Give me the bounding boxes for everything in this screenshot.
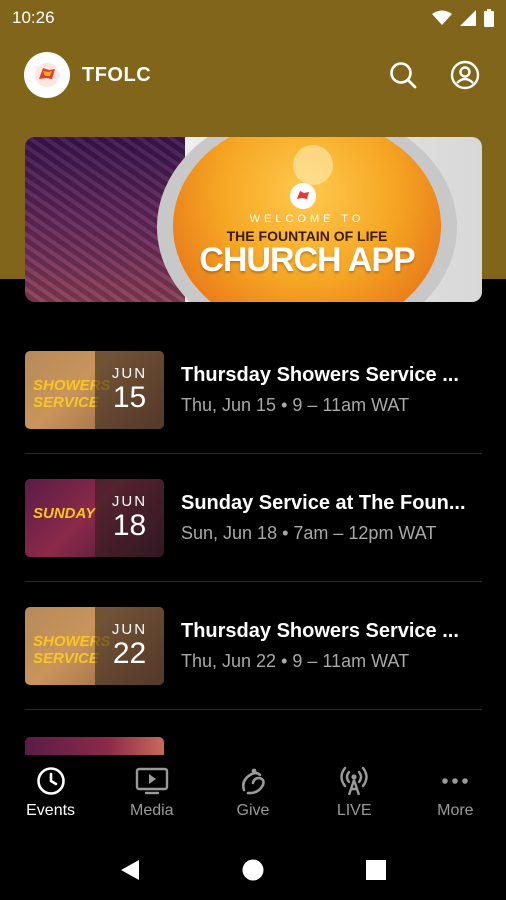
system-navigation-bar <box>0 840 506 900</box>
status-bar: 10:26 <box>0 0 506 36</box>
event-row[interactable]: SUNDAY JUN 18 Sunday Service at The Foun… <box>25 454 482 582</box>
broadcast-icon <box>340 766 368 796</box>
bottom-navigation: Events Media Give LIVE More <box>0 755 506 831</box>
flag-logo-icon <box>35 63 59 87</box>
event-thumbnail: SHOWERS SERVICE JUN 22 <box>25 606 164 685</box>
event-list: SHOWERS SERVICE JUN 15 Thursday Showers … <box>25 326 482 710</box>
nav-label: Give <box>236 802 270 819</box>
battery-icon <box>484 9 494 27</box>
event-day: 15 <box>112 381 147 414</box>
banner-welcome-text: WELCOME TO <box>249 213 365 225</box>
clock-icon <box>36 767 65 795</box>
nav-tab-live[interactable]: LIVE <box>309 766 399 820</box>
thumbnail-date: JUN 15 <box>95 350 164 429</box>
nav-label: LIVE <box>336 802 372 819</box>
event-month: JUN <box>111 365 148 382</box>
event-thumbnail: SHOWERS SERVICE JUN 15 <box>25 350 164 429</box>
cellular-signal-icon <box>460 10 476 26</box>
nav-label: Events <box>26 802 76 819</box>
event-subtitle: Thu, Jun 22 • 9 – 11am WAT <box>181 650 410 671</box>
banner-app-label: CHURCH APP <box>199 241 415 279</box>
event-day: 18 <box>112 509 147 542</box>
event-day: 22 <box>112 637 147 670</box>
back-icon[interactable] <box>119 858 141 882</box>
event-month: JUN <box>111 621 148 638</box>
account-button[interactable] <box>448 58 482 92</box>
event-title: Thursday Showers Service ... <box>181 619 459 642</box>
nav-tab-give[interactable]: Give <box>208 766 298 820</box>
app-title: TFOLC <box>82 63 152 86</box>
event-text: Thursday Showers Service ... Thu, Jun 15… <box>181 364 481 416</box>
status-time: 10:26 <box>12 8 55 27</box>
event-text: Thursday Showers Service ... Thu, Jun 22… <box>181 620 481 672</box>
event-thumbnail: SUNDAY JUN 18 <box>25 478 164 557</box>
search-button[interactable] <box>386 58 420 92</box>
thumbnail-text: SUNDAY <box>33 504 96 522</box>
account-icon <box>450 60 480 90</box>
nav-tab-events[interactable]: Events <box>6 766 96 820</box>
banner-figure-image <box>293 145 333 185</box>
nav-tab-more[interactable]: More <box>410 766 500 820</box>
recents-icon[interactable] <box>365 859 387 881</box>
event-text: Sunday Service at The Foun... Sun, Jun 1… <box>181 492 481 544</box>
thumbnail-date: JUN 22 <box>95 606 164 685</box>
status-icons <box>432 9 494 27</box>
home-icon[interactable] <box>241 858 265 882</box>
welcome-banner[interactable]: WELCOME TO THE FOUNTAIN OF LIFE CHURCH A… <box>25 137 482 302</box>
event-subtitle: Sun, Jun 18 • 7am – 12pm WAT <box>181 522 437 543</box>
nav-label: Media <box>129 802 174 819</box>
event-thumbnail-partial[interactable] <box>25 737 164 755</box>
app-bar: TFOLC <box>0 48 506 102</box>
more-dots-icon <box>442 778 469 784</box>
banner-logo-icon <box>290 183 316 209</box>
event-subtitle: Thu, Jun 15 • 9 – 11am WAT <box>181 394 410 415</box>
play-screen-icon <box>135 767 168 795</box>
event-row[interactable]: SHOWERS SERVICE JUN 22 Thursday Showers … <box>25 582 482 710</box>
search-icon <box>390 62 417 89</box>
nav-tab-media[interactable]: Media <box>107 766 197 820</box>
event-title: Thursday Showers Service ... <box>181 363 459 386</box>
nav-label: More <box>437 802 474 819</box>
church-logo <box>24 52 70 98</box>
event-title: Sunday Service at The Foun... <box>181 491 466 514</box>
event-row[interactable]: SHOWERS SERVICE JUN 15 Thursday Showers … <box>25 326 482 454</box>
thumbnail-date: JUN 18 <box>95 478 164 557</box>
give-hand-icon <box>241 768 265 795</box>
app-actions <box>386 58 482 92</box>
wifi-icon <box>432 10 452 25</box>
event-month: JUN <box>111 493 148 510</box>
